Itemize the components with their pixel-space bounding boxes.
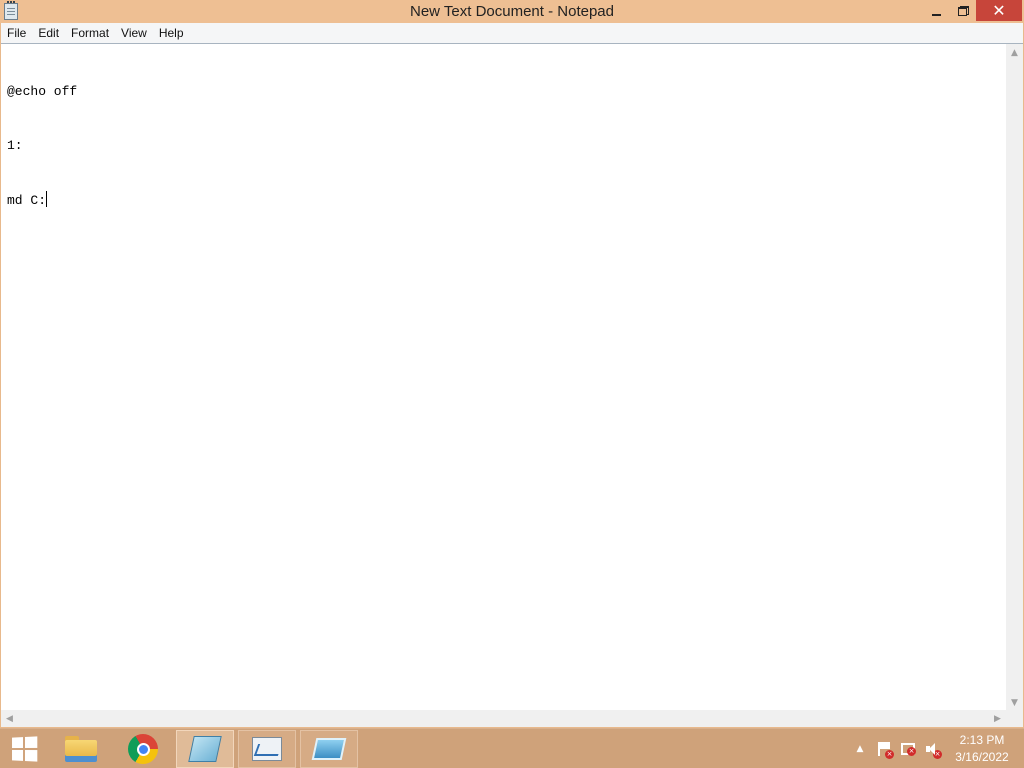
scroll-right-icon[interactable]: ▶ (989, 710, 1006, 727)
horizontal-scrollbar[interactable]: ◀ ▶ (1, 710, 1006, 727)
speaker-muted-icon: × (925, 742, 942, 759)
taskbar: ▲ × × × 2:13 PM 3/16/2022 (0, 728, 1024, 768)
taskbar-performance-monitor[interactable] (238, 730, 296, 768)
title-bar[interactable]: New Text Document - Notepad ✕ (0, 0, 1024, 23)
text-caret (46, 191, 48, 207)
menu-help[interactable]: Help (153, 23, 190, 43)
window-title: New Text Document - Notepad (410, 3, 614, 20)
chevron-up-icon: ▲ (856, 744, 864, 754)
restore-button[interactable] (950, 0, 976, 21)
start-button[interactable] (2, 729, 46, 768)
error-badge-icon: × (907, 747, 916, 756)
taskbar-remote-desktop[interactable] (300, 730, 358, 768)
text-line-content: md C: (7, 193, 47, 208)
restore-icon (957, 5, 969, 16)
scroll-left-icon[interactable]: ◀ (1, 710, 18, 727)
action-center-flag-icon: × (877, 742, 894, 759)
clock-time: 2:13 PM (959, 733, 1005, 747)
menu-format[interactable]: Format (65, 23, 115, 43)
editor-area[interactable]: @echo off 1: md C: ▲ ▼ ◀ ▶ (1, 43, 1023, 727)
show-hidden-icons-button[interactable]: ▲ (848, 729, 872, 768)
taskbar-file-explorer[interactable] (52, 730, 110, 768)
text-line: @echo off (7, 84, 78, 99)
scrollbar-corner (1006, 710, 1023, 727)
taskbar-chrome[interactable] (114, 730, 172, 768)
system-tray: ▲ × × × (848, 729, 944, 768)
action-center-button[interactable]: × (872, 729, 896, 768)
network-icon: × (901, 743, 916, 756)
clock[interactable]: 2:13 PM 3/16/2022 (944, 732, 1020, 766)
menu-file[interactable]: File (1, 23, 32, 43)
menu-bar: File Edit Format View Help (1, 23, 1023, 43)
remote-desktop-icon (311, 738, 347, 760)
menu-view[interactable]: View (115, 23, 153, 43)
text-line: md C: (7, 191, 1002, 209)
text-content[interactable]: @echo off 1: md C: (7, 47, 1002, 707)
network-button[interactable]: × (896, 729, 920, 768)
volume-button[interactable]: × (920, 729, 944, 768)
notepad-icon (188, 736, 222, 762)
performance-monitor-icon (252, 737, 282, 761)
taskbar-notepad[interactable] (176, 730, 234, 768)
chrome-icon (128, 734, 158, 764)
scroll-up-icon[interactable]: ▲ (1006, 44, 1023, 61)
muted-badge-icon: × (933, 750, 942, 759)
scroll-down-icon[interactable]: ▼ (1006, 694, 1023, 711)
clock-date: 3/16/2022 (955, 750, 1009, 764)
minimize-button[interactable] (922, 0, 950, 21)
error-badge-icon: × (885, 750, 894, 759)
vertical-scrollbar[interactable]: ▲ ▼ (1006, 44, 1023, 711)
folder-icon (65, 736, 97, 762)
text-line: 1: (7, 138, 23, 153)
menu-edit[interactable]: Edit (32, 23, 65, 43)
windows-logo-icon (12, 736, 38, 762)
close-button[interactable]: ✕ (976, 0, 1022, 21)
close-icon: ✕ (992, 1, 1006, 20)
minimize-icon (931, 13, 941, 16)
